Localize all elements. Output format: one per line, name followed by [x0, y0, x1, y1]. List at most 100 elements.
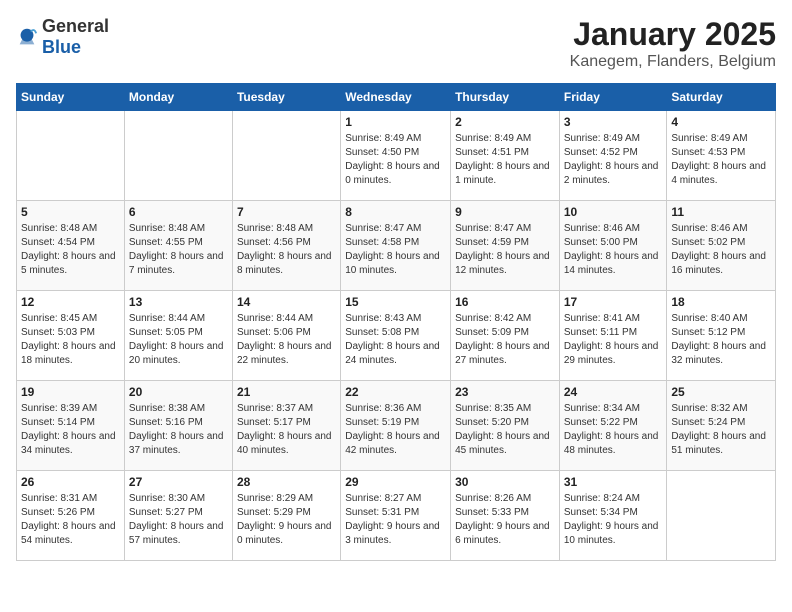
day-info: Sunrise: 8:49 AM Sunset: 4:53 PM Dayligh…: [671, 132, 771, 188]
day-info: Sunrise: 8:38 AM Sunset: 5:16 PM Dayligh…: [129, 402, 228, 458]
day-info: Sunrise: 8:46 AM Sunset: 5:00 PM Dayligh…: [564, 222, 663, 278]
day-number: 20: [129, 385, 228, 399]
day-number: 30: [455, 475, 555, 489]
calendar-cell: 10 Sunrise: 8:46 AM Sunset: 5:00 PM Dayli…: [559, 201, 667, 291]
logo-blue: Blue: [42, 37, 81, 57]
calendar-cell: 22 Sunrise: 8:36 AM Sunset: 5:19 PM Dayli…: [341, 381, 451, 471]
month-title: January 2025: [570, 16, 776, 53]
calendar-cell: 24Sunrise: 8:34 AM Sunset: 5:22 PM Dayli…: [559, 381, 667, 471]
day-info: Sunrise: 8:43 AM Sunset: 5:08 PM Dayligh…: [345, 312, 446, 368]
calendar-cell: 8Sunrise: 8:47 AM Sunset: 4:58 PM Daylig…: [341, 201, 451, 291]
day-info: Sunrise: 8:39 AM Sunset: 5:14 PM Dayligh…: [21, 402, 120, 458]
day-info: Sunrise: 8:30 AM Sunset: 5:27 PM Dayligh…: [129, 492, 228, 548]
day-number: 16: [455, 295, 555, 309]
calendar-table: SundayMondayTuesdayWednesdayThursdayFrid…: [16, 83, 776, 561]
day-number: 1: [345, 115, 446, 129]
day-info: Sunrise: 8:49 AM Sunset: 4:50 PM Dayligh…: [345, 132, 446, 188]
day-info: Sunrise: 8:44 AM Sunset: 5:06 PM Dayligh…: [237, 312, 336, 368]
day-number: 10: [564, 205, 663, 219]
header-sunday: Sunday: [17, 84, 125, 111]
calendar-cell: 26Sunrise: 8:31 AM Sunset: 5:26 PM Dayli…: [17, 471, 125, 561]
day-number: 31: [564, 475, 663, 489]
day-info: Sunrise: 8:35 AM Sunset: 5:20 PM Dayligh…: [455, 402, 555, 458]
day-info: Sunrise: 8:44 AM Sunset: 5:05 PM Dayligh…: [129, 312, 228, 368]
day-info: Sunrise: 8:40 AM Sunset: 5:12 PM Dayligh…: [671, 312, 771, 368]
day-info: Sunrise: 8:49 AM Sunset: 4:51 PM Dayligh…: [455, 132, 555, 188]
day-number: 14: [237, 295, 336, 309]
calendar-cell: 28 Sunrise: 8:29 AM Sunset: 5:29 PM Dayli…: [232, 471, 340, 561]
calendar-cell: 15Sunrise: 8:43 AM Sunset: 5:08 PM Dayli…: [341, 291, 451, 381]
calendar-cell: 4 Sunrise: 8:49 AM Sunset: 4:53 PM Daylig…: [667, 111, 776, 201]
day-info: Sunrise: 8:24 AM Sunset: 5:34 PM Dayligh…: [564, 492, 663, 548]
day-number: 13: [129, 295, 228, 309]
calendar-header-row: SundayMondayTuesdayWednesdayThursdayFrid…: [17, 84, 776, 111]
day-number: 4: [671, 115, 771, 129]
day-number: 25: [671, 385, 771, 399]
day-number: 2: [455, 115, 555, 129]
calendar-cell: 27 Sunrise: 8:30 AM Sunset: 5:27 PM Dayli…: [124, 471, 232, 561]
calendar-cell: 16 Sunrise: 8:42 AM Sunset: 5:09 PM Dayli…: [451, 291, 560, 381]
header-monday: Monday: [124, 84, 232, 111]
day-info: Sunrise: 8:36 AM Sunset: 5:19 PM Dayligh…: [345, 402, 446, 458]
page-header: General Blue January 2025 Kanegem, Fland…: [16, 16, 776, 71]
day-number: 5: [21, 205, 120, 219]
calendar-cell: 29 Sunrise: 8:27 AM Sunset: 5:31 PM Dayli…: [341, 471, 451, 561]
logo-general: General: [42, 16, 109, 36]
week-row-4: 26Sunrise: 8:31 AM Sunset: 5:26 PM Dayli…: [17, 471, 776, 561]
day-info: Sunrise: 8:26 AM Sunset: 5:33 PM Dayligh…: [455, 492, 555, 548]
calendar-cell: 19Sunrise: 8:39 AM Sunset: 5:14 PM Dayli…: [17, 381, 125, 471]
day-info: Sunrise: 8:32 AM Sunset: 5:24 PM Dayligh…: [671, 402, 771, 458]
day-info: Sunrise: 8:29 AM Sunset: 5:29 PM Dayligh…: [237, 492, 336, 548]
calendar-cell: 2 Sunrise: 8:49 AM Sunset: 4:51 PM Daylig…: [451, 111, 560, 201]
calendar-cell: 25 Sunrise: 8:32 AM Sunset: 5:24 PM Dayli…: [667, 381, 776, 471]
day-info: Sunrise: 8:27 AM Sunset: 5:31 PM Dayligh…: [345, 492, 446, 548]
calendar-cell: 14 Sunrise: 8:44 AM Sunset: 5:06 PM Dayli…: [232, 291, 340, 381]
calendar-cell: 23 Sunrise: 8:35 AM Sunset: 5:20 PM Dayli…: [451, 381, 560, 471]
calendar-cell: 18 Sunrise: 8:40 AM Sunset: 5:12 PM Dayli…: [667, 291, 776, 381]
day-number: 11: [671, 205, 771, 219]
day-info: Sunrise: 8:46 AM Sunset: 5:02 PM Dayligh…: [671, 222, 771, 278]
header-tuesday: Tuesday: [232, 84, 340, 111]
calendar-body: 1 Sunrise: 8:49 AM Sunset: 4:50 PM Daylig…: [17, 111, 776, 561]
day-number: 22: [345, 385, 446, 399]
calendar-cell: 7Sunrise: 8:48 AM Sunset: 4:56 PM Daylig…: [232, 201, 340, 291]
day-number: 21: [237, 385, 336, 399]
day-info: Sunrise: 8:47 AM Sunset: 4:59 PM Dayligh…: [455, 222, 555, 278]
header-saturday: Saturday: [667, 84, 776, 111]
header-thursday: Thursday: [451, 84, 560, 111]
day-number: 6: [129, 205, 228, 219]
calendar-cell: 11 Sunrise: 8:46 AM Sunset: 5:02 PM Dayli…: [667, 201, 776, 291]
calendar-cell: 12Sunrise: 8:45 AM Sunset: 5:03 PM Dayli…: [17, 291, 125, 381]
day-info: Sunrise: 8:48 AM Sunset: 4:56 PM Dayligh…: [237, 222, 336, 278]
day-info: Sunrise: 8:49 AM Sunset: 4:52 PM Dayligh…: [564, 132, 663, 188]
calendar-cell: 5 Sunrise: 8:48 AM Sunset: 4:54 PM Daylig…: [17, 201, 125, 291]
day-number: 23: [455, 385, 555, 399]
day-info: Sunrise: 8:34 AM Sunset: 5:22 PM Dayligh…: [564, 402, 663, 458]
day-info: Sunrise: 8:31 AM Sunset: 5:26 PM Dayligh…: [21, 492, 120, 548]
day-info: Sunrise: 8:41 AM Sunset: 5:11 PM Dayligh…: [564, 312, 663, 368]
calendar-cell: 13 Sunrise: 8:44 AM Sunset: 5:05 PM Dayli…: [124, 291, 232, 381]
calendar-cell: 20 Sunrise: 8:38 AM Sunset: 5:16 PM Dayli…: [124, 381, 232, 471]
location-title: Kanegem, Flanders, Belgium: [570, 53, 776, 71]
calendar-cell: [667, 471, 776, 561]
day-number: 27: [129, 475, 228, 489]
day-number: 12: [21, 295, 120, 309]
day-number: 18: [671, 295, 771, 309]
calendar-cell: 21Sunrise: 8:37 AM Sunset: 5:17 PM Dayli…: [232, 381, 340, 471]
day-info: Sunrise: 8:48 AM Sunset: 4:55 PM Dayligh…: [129, 222, 228, 278]
calendar-cell: 1 Sunrise: 8:49 AM Sunset: 4:50 PM Daylig…: [341, 111, 451, 201]
day-info: Sunrise: 8:47 AM Sunset: 4:58 PM Dayligh…: [345, 222, 446, 278]
title-block: January 2025 Kanegem, Flanders, Belgium: [570, 16, 776, 71]
day-info: Sunrise: 8:42 AM Sunset: 5:09 PM Dayligh…: [455, 312, 555, 368]
day-number: 28: [237, 475, 336, 489]
calendar-cell: [232, 111, 340, 201]
day-number: 29: [345, 475, 446, 489]
logo: General Blue: [16, 16, 109, 58]
header-friday: Friday: [559, 84, 667, 111]
week-row-3: 19Sunrise: 8:39 AM Sunset: 5:14 PM Dayli…: [17, 381, 776, 471]
logo-icon: [16, 26, 38, 48]
day-number: 17: [564, 295, 663, 309]
day-info: Sunrise: 8:48 AM Sunset: 4:54 PM Dayligh…: [21, 222, 120, 278]
calendar-cell: [17, 111, 125, 201]
day-number: 3: [564, 115, 663, 129]
